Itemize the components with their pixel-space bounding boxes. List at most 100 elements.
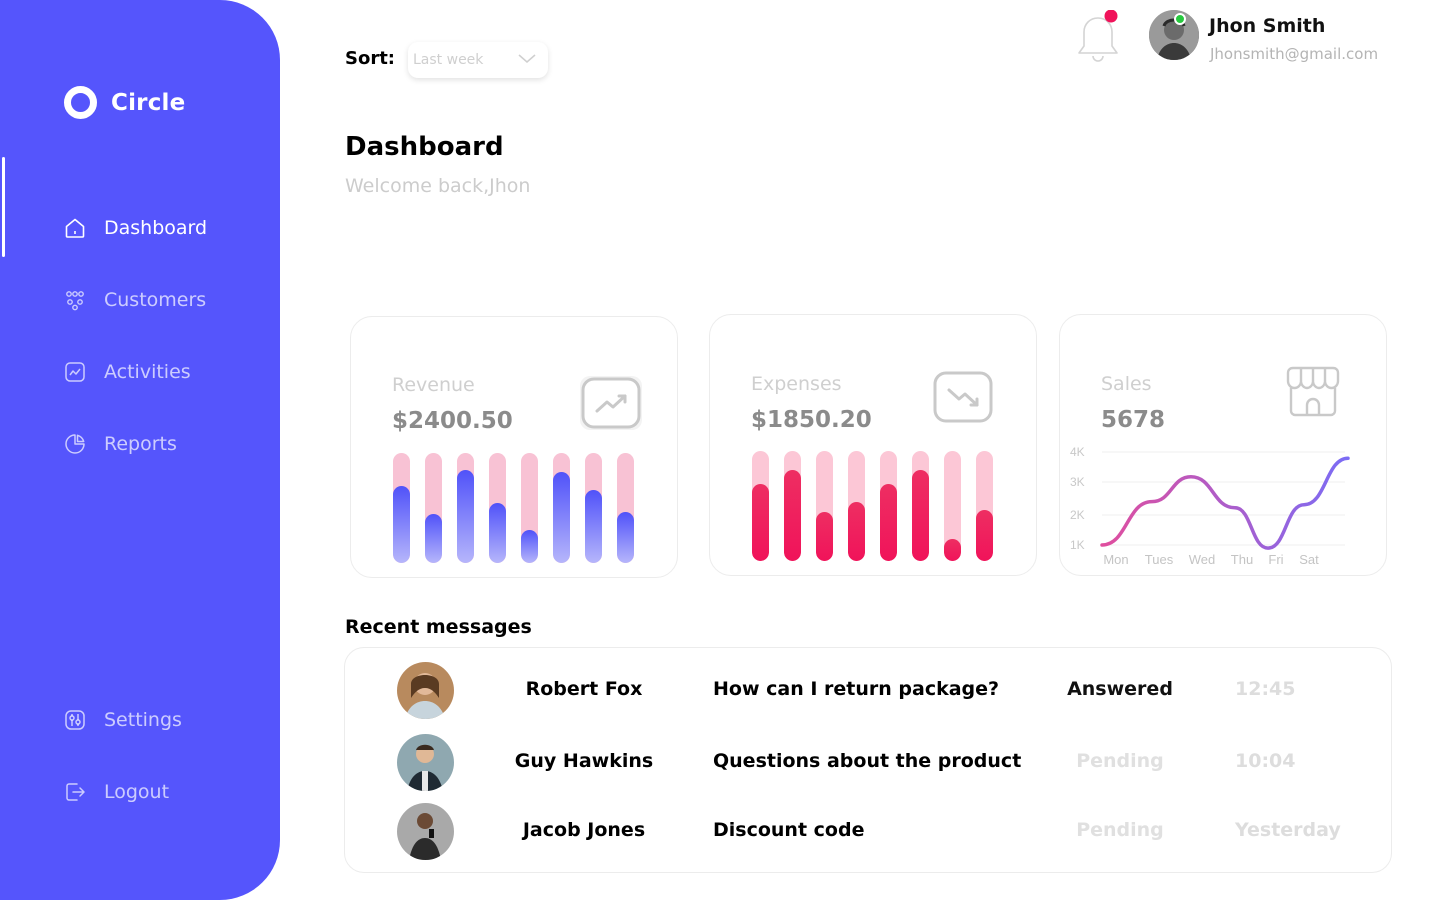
bar-track [752,451,769,561]
x-tick-label: Thu [1231,552,1253,567]
home-icon [63,216,87,240]
bar-fill [553,471,570,563]
messages-table: Robert Fox How can I return package? Ans… [344,647,1392,873]
bar-fill [784,469,801,561]
bar-fill [425,513,442,563]
bar-fill [816,511,833,561]
bar-fill [489,502,506,563]
sidebar-item-label: Settings [104,709,182,731]
bar-track [816,451,833,561]
message-row[interactable]: Jacob Jones Discount code Pending Yester… [345,801,1391,861]
bar-fill [944,539,961,561]
card-value: $1850.20 [751,407,872,433]
bar-fill [880,484,897,561]
bar-fill [393,486,410,563]
online-status-indicator [1174,13,1186,25]
trending-up-icon[interactable] [579,375,642,430]
message-time: 10:04 [1235,750,1296,772]
status-badge: Answered [1067,678,1173,700]
sidebar-item-logout[interactable]: Logout [63,780,169,804]
brand[interactable]: Circle [64,86,185,119]
expenses-bars [752,451,993,561]
logout-icon [63,780,87,804]
activity-icon [63,360,87,384]
bar-track [880,451,897,561]
bar-fill [976,510,993,561]
x-tick-label: Mon [1103,552,1128,567]
bar-fill [457,469,474,563]
bar-track [912,451,929,561]
bar-fill [912,469,929,561]
revenue-bars [393,453,634,563]
bar-track [521,453,538,563]
sales-series-line [1100,456,1350,550]
page-title: Dashboard [345,132,504,162]
sort-label: Sort: [345,48,396,69]
avatar [397,734,454,791]
bar-track [848,451,865,561]
pie-chart-icon [63,432,87,456]
store-icon[interactable] [1284,365,1344,420]
notification-dot [1104,9,1118,23]
card-value: $2400.50 [392,408,513,434]
notification-bell-icon[interactable] [1074,9,1126,68]
sidebar-item-label: Reports [104,433,177,455]
trending-down-icon[interactable] [932,370,993,425]
sales-line-chart: 4K 3K 2K 1K Mon Tues Wed Thu Fri Sat [1070,445,1350,567]
card-value: 5678 [1101,407,1166,433]
bar-track [585,453,602,563]
card-title: Expenses [751,373,842,395]
revenue-card: Revenue $2400.50 [350,316,678,578]
message-time: Yesterday [1235,819,1341,841]
x-tick-label: Fri [1268,552,1283,567]
sort-value: Last week [413,52,484,68]
bar-fill [617,512,634,563]
expenses-card: Expenses $1850.20 [709,314,1037,576]
y-tick-label: 4K [1070,445,1085,459]
card-title: Revenue [392,374,475,396]
y-tick-label: 2K [1070,508,1085,522]
bar-track [393,453,410,563]
bar-fill [848,501,865,561]
message-subject: Questions about the product [713,750,1022,772]
sidebar-item-label: Logout [104,781,170,803]
sales-card: Sales 5678 4K 3K 2K 1K Mon Tues Wed Thu Fri Sat [1059,314,1387,576]
sidebar-item-label: Customers [104,289,207,311]
x-tick-label: Wed [1189,552,1216,567]
y-tick-label: 3K [1070,475,1085,489]
bar-track [553,453,570,563]
sidebar-item-customers[interactable]: Customers [63,288,206,312]
sidebar-item-label: Dashboard [104,217,208,239]
bar-track [944,451,961,561]
sidebar-item-activities[interactable]: Activities [63,360,191,384]
sidebar: Circle Dashboard Customers Activities Re… [0,0,280,900]
brand-name: Circle [111,89,186,116]
sidebar-item-dashboard[interactable]: Dashboard [63,216,207,240]
chevron-down-icon [518,52,536,68]
status-badge: Pending [1076,819,1164,841]
bar-track [784,451,801,561]
x-tick-label: Tues [1145,552,1174,567]
bar-track [976,451,993,561]
recent-messages-title: Recent messages [345,616,532,638]
bar-track [425,453,442,563]
bar-track [457,453,474,563]
message-sender: Guy Hawkins [514,750,654,772]
message-subject: How can I return package? [713,678,1000,700]
bar-fill [752,484,769,561]
page-subtitle: Welcome back,Jhon [345,175,531,197]
message-sender: Robert Fox [525,678,643,700]
sort-dropdown[interactable]: Last week [408,42,548,78]
card-title: Sales [1101,373,1152,395]
sidebar-item-settings[interactable]: Settings [63,708,182,732]
x-tick-label: Sat [1299,552,1319,567]
message-row[interactable]: Guy Hawkins Questions about the product … [345,732,1391,792]
message-row[interactable]: Robert Fox How can I return package? Ans… [345,660,1391,720]
sidebar-item-reports[interactable]: Reports [63,432,177,456]
bar-track [489,453,506,563]
users-icon [63,288,87,312]
message-subject: Discount code [713,819,865,841]
y-tick-label: 1K [1070,538,1085,552]
bar-fill [521,530,538,563]
avatar [397,662,454,719]
